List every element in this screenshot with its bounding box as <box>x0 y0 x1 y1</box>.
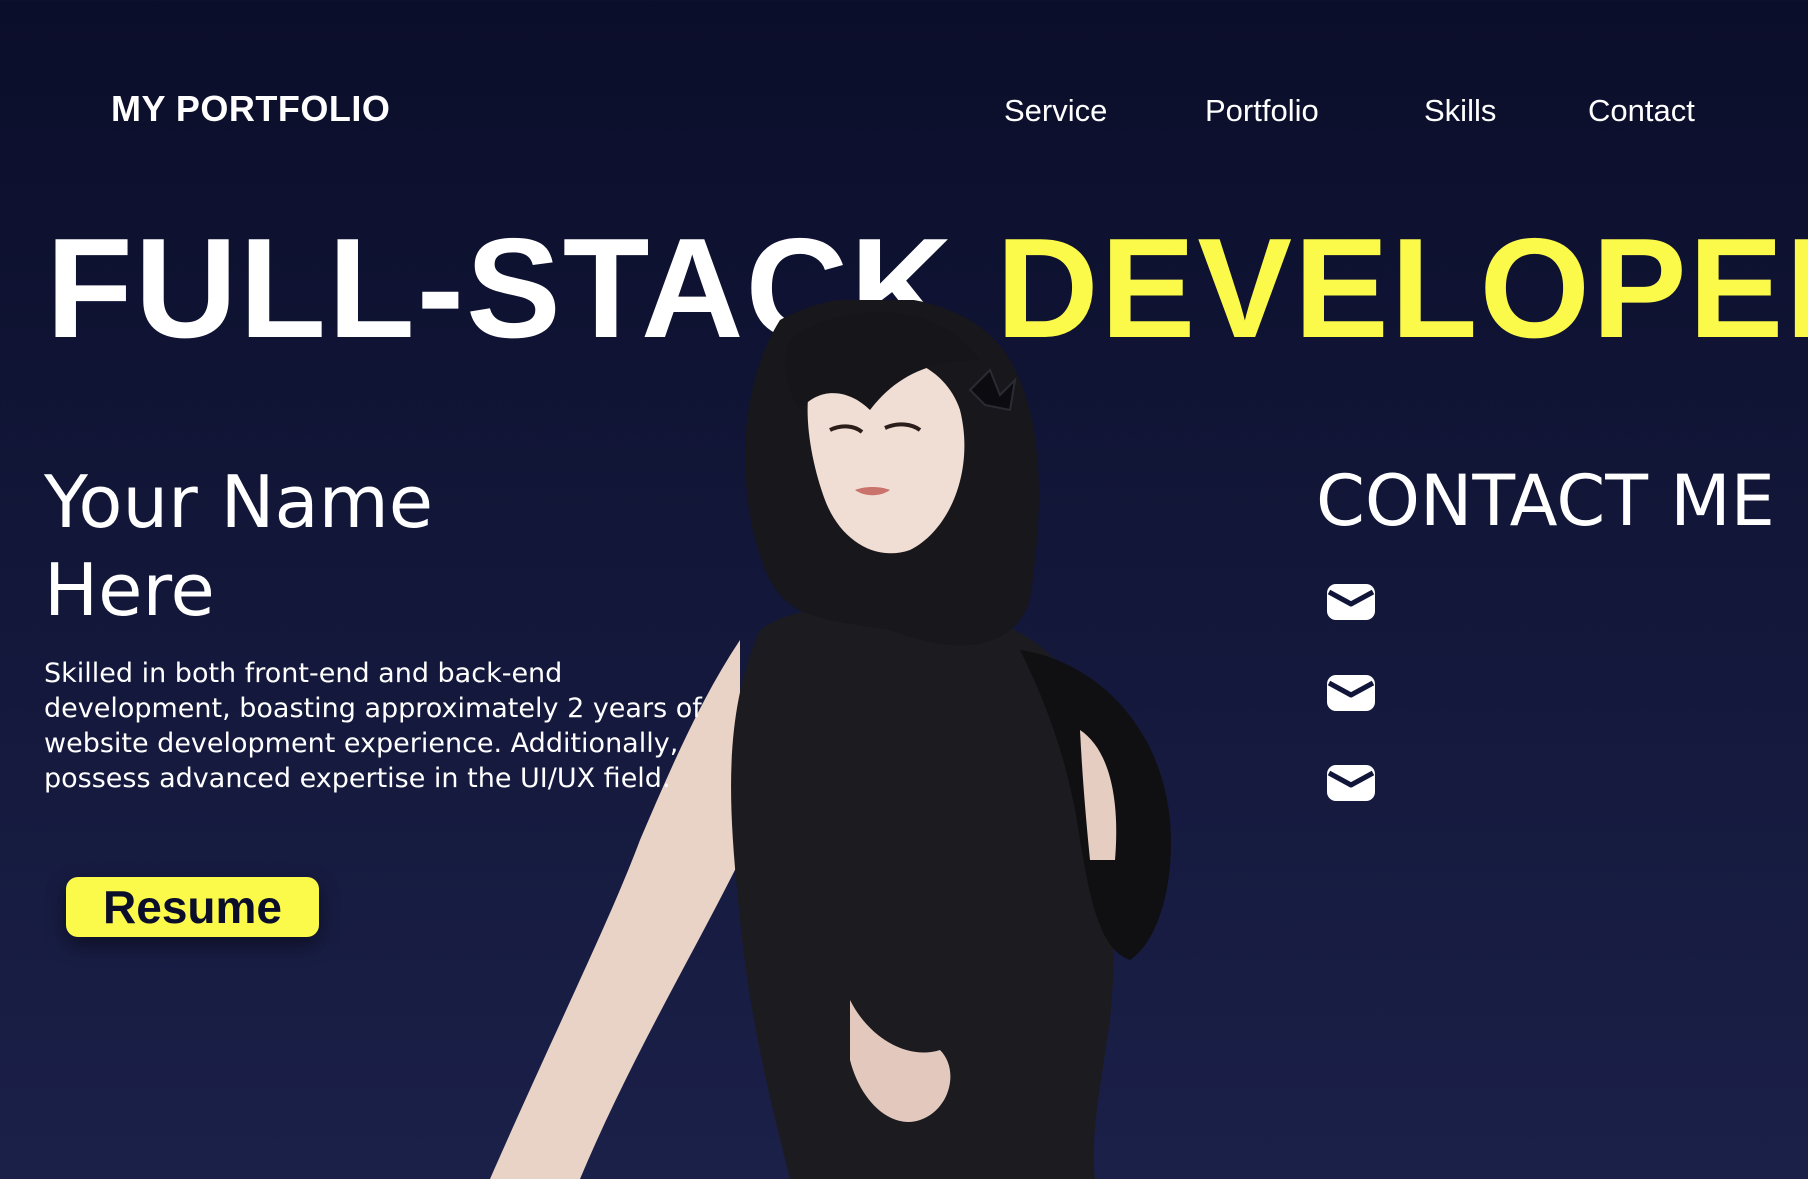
person-name-line1: Your Name <box>44 460 434 544</box>
nav-item-service[interactable]: Service <box>1004 93 1107 129</box>
bio-text: Skilled in both front-end and back-end d… <box>44 658 702 794</box>
person-name-line2: Here <box>44 548 215 632</box>
mail-icon[interactable] <box>1327 584 1375 620</box>
main-nav: Service Portfolio Skills Contact <box>0 93 1808 133</box>
mail-icon[interactable] <box>1327 675 1375 711</box>
nav-item-contact[interactable]: Contact <box>1588 93 1695 129</box>
person-name: Your Name Here <box>44 458 644 634</box>
mail-icon[interactable] <box>1327 765 1375 801</box>
nav-item-skills[interactable]: Skills <box>1424 93 1496 129</box>
nav-item-portfolio[interactable]: Portfolio <box>1205 93 1319 129</box>
resume-button[interactable]: Resume <box>66 877 319 937</box>
contact-title: CONTACT ME <box>1316 460 1775 542</box>
